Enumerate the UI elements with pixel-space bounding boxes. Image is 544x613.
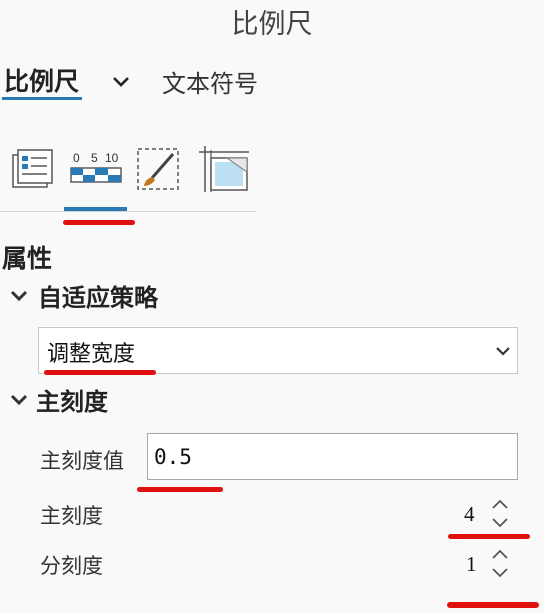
scale-tick-10: 10: [105, 151, 119, 165]
decrement-arrow-icon[interactable]: [490, 565, 510, 579]
red-annotation-mark: [63, 220, 135, 225]
fitting-strategy-section[interactable]: 自适应策略: [38, 278, 158, 313]
tab-scale-bar[interactable]: 比例尺: [4, 62, 79, 98]
red-annotation-mark: [44, 370, 156, 375]
red-annotation-mark: [137, 487, 223, 492]
display-frame-icon[interactable]: [196, 140, 252, 198]
active-tab-indicator: [2, 97, 82, 100]
divisions-section[interactable]: 主刻度: [36, 382, 108, 417]
subdivision-value[interactable]: 1: [466, 552, 477, 577]
division-count-label: 主刻度: [40, 504, 103, 528]
symbol-brush-icon[interactable]: [134, 140, 182, 198]
red-annotation-mark: [447, 602, 539, 608]
chevron-down-icon: [495, 343, 511, 357]
pane-title: 比例尺: [231, 9, 313, 40]
division-value-label: 主刻度值: [40, 449, 124, 473]
options-icon[interactable]: [8, 140, 58, 198]
tab-text-symbol[interactable]: 文本符号: [162, 64, 258, 99]
scale-tick-0: 0: [73, 151, 80, 165]
division-value-text: 0.5: [154, 445, 192, 469]
increment-arrow-icon[interactable]: [490, 496, 510, 510]
toolbar-divider: [0, 211, 256, 212]
division-count-value[interactable]: 4: [464, 502, 475, 527]
division-value-input[interactable]: 0.5: [147, 433, 518, 480]
increment-arrow-icon[interactable]: [490, 546, 510, 560]
subdivision-label: 分刻度: [40, 554, 103, 578]
scale-bar-icon[interactable]: 0 5 10: [66, 140, 124, 198]
properties-heading: 属性: [2, 244, 53, 273]
tab-dropdown-chevron-icon[interactable]: [110, 72, 132, 92]
section-collapse-chevron-icon[interactable]: [10, 392, 28, 406]
fitting-strategy-select[interactable]: 调整宽度: [38, 327, 518, 374]
fitting-strategy-value: 调整宽度: [47, 342, 136, 367]
decrement-arrow-icon[interactable]: [490, 515, 510, 529]
red-annotation-mark: [448, 534, 530, 539]
scale-tick-5: 5: [91, 151, 98, 165]
section-collapse-chevron-icon[interactable]: [10, 288, 28, 302]
